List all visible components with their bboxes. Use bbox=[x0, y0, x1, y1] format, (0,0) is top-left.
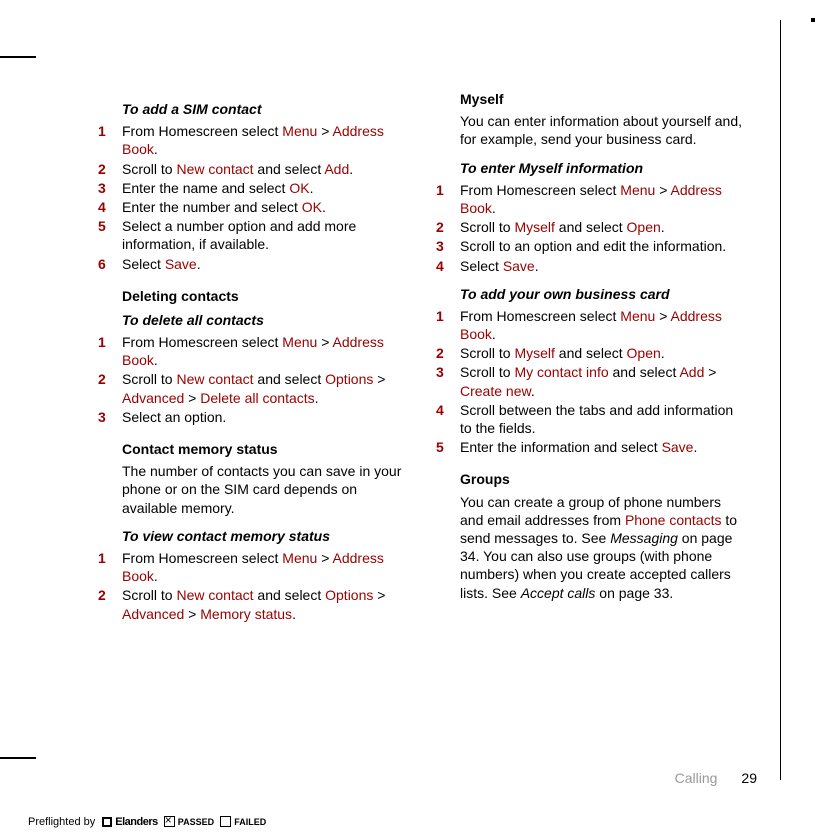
list-item: 3Scroll to My contact info and select Ad… bbox=[436, 363, 746, 399]
step-num: 3 bbox=[436, 237, 460, 255]
left-column: To add a SIM contact 1From Homescreen se… bbox=[98, 90, 408, 624]
step-num: 6 bbox=[98, 255, 122, 273]
list-item: 4Enter the number and select OK. bbox=[98, 198, 408, 216]
step-num: 4 bbox=[98, 198, 122, 216]
steps-list: 1From Homescreen select Menu > Address B… bbox=[98, 333, 408, 426]
list-item: 1From Homescreen select Menu > Address B… bbox=[98, 549, 408, 585]
step-num: 1 bbox=[98, 549, 122, 567]
step-text: Enter the name and select OK. bbox=[122, 179, 408, 197]
step-num: 2 bbox=[436, 218, 460, 236]
heading: Contact memory status bbox=[122, 440, 408, 458]
list-item: 2Scroll to Myself and select Open. bbox=[436, 218, 746, 236]
elanders-logo-icon: Elanders bbox=[101, 815, 157, 829]
step-text: Select an option. bbox=[122, 408, 408, 426]
list-item: 1From Homescreen select Menu > Address B… bbox=[98, 333, 408, 369]
step-num: 1 bbox=[436, 181, 460, 199]
list-item: 2Scroll to New contact and select Option… bbox=[98, 586, 408, 622]
list-item: 5Enter the information and select Save. bbox=[436, 438, 746, 456]
steps-list: 1From Homescreen select Menu > Address B… bbox=[436, 181, 746, 275]
right-column: Myself You can enter information about y… bbox=[436, 90, 746, 624]
preflight-label: Preflighted by bbox=[28, 815, 95, 829]
step-num: 2 bbox=[98, 586, 122, 604]
list-item: 1From Homescreen select Menu > Address B… bbox=[436, 307, 746, 343]
list-item: 2Scroll to Myself and select Open. bbox=[436, 344, 746, 362]
step-text: From Homescreen select Menu > Address Bo… bbox=[122, 122, 408, 158]
list-item: 1From Homescreen select Menu > Address B… bbox=[98, 122, 408, 158]
step-num: 1 bbox=[98, 122, 122, 140]
heading: To add a SIM contact bbox=[122, 100, 408, 118]
crop-mark bbox=[0, 56, 36, 58]
step-text: From Homescreen select Menu > Address Bo… bbox=[460, 307, 746, 343]
step-num: 3 bbox=[98, 179, 122, 197]
step-num: 2 bbox=[98, 370, 122, 388]
step-text: From Homescreen select Menu > Address Bo… bbox=[122, 549, 408, 585]
step-text: Enter the information and select Save. bbox=[460, 438, 746, 456]
list-item: 4Scroll between the tabs and add informa… bbox=[436, 401, 746, 437]
crop-mark bbox=[0, 757, 36, 759]
crop-mark bbox=[780, 20, 781, 780]
step-num: 2 bbox=[436, 344, 460, 362]
steps-list: 1From Homescreen select Menu > Address B… bbox=[98, 122, 408, 273]
step-num: 5 bbox=[98, 217, 122, 235]
step-text: Scroll to My contact info and select Add… bbox=[460, 363, 746, 399]
list-item: 6Select Save. bbox=[98, 255, 408, 273]
page-number: 29 bbox=[741, 770, 757, 786]
step-text: Scroll to New contact and select Add. bbox=[122, 160, 408, 178]
steps-list: 1From Homescreen select Menu > Address B… bbox=[436, 307, 746, 457]
step-num: 1 bbox=[436, 307, 460, 325]
step-text: From Homescreen select Menu > Address Bo… bbox=[122, 333, 408, 369]
step-num: 5 bbox=[436, 438, 460, 456]
list-item: 4Select Save. bbox=[436, 257, 746, 275]
step-text: Scroll to Myself and select Open. bbox=[460, 218, 746, 236]
list-item: 3Select an option. bbox=[98, 408, 408, 426]
content-columns: To add a SIM contact 1From Homescreen se… bbox=[98, 90, 767, 624]
heading: To add your own business card bbox=[460, 285, 746, 303]
step-text: Scroll between the tabs and add informat… bbox=[460, 401, 746, 437]
paragraph: The number of contacts you can save in y… bbox=[122, 462, 408, 517]
step-num: 2 bbox=[98, 160, 122, 178]
heading: Deleting contacts bbox=[122, 287, 408, 305]
step-text: Enter the number and select OK. bbox=[122, 198, 408, 216]
paragraph: You can enter information about yourself… bbox=[460, 112, 746, 148]
failed-checkbox-icon: FAILED bbox=[220, 815, 266, 829]
step-num: 4 bbox=[436, 257, 460, 275]
list-item: 2Scroll to New contact and select Option… bbox=[98, 370, 408, 406]
step-num: 3 bbox=[436, 363, 460, 381]
heading: Groups bbox=[460, 470, 746, 488]
step-text: Scroll to Myself and select Open. bbox=[460, 344, 746, 362]
steps-list: 1From Homescreen select Menu > Address B… bbox=[98, 549, 408, 623]
document-page: To add a SIM contact 1From Homescreen se… bbox=[0, 0, 839, 839]
heading: To enter Myself information bbox=[460, 159, 746, 177]
list-item: 2Scroll to New contact and select Add. bbox=[98, 160, 408, 178]
passed-checkbox-icon: PASSED bbox=[164, 815, 214, 829]
list-item: 1From Homescreen select Menu > Address B… bbox=[436, 181, 746, 217]
step-text: From Homescreen select Menu > Address Bo… bbox=[460, 181, 746, 217]
list-item: 3Enter the name and select OK. bbox=[98, 179, 408, 197]
step-text: Scroll to an option and edit the informa… bbox=[460, 237, 746, 255]
paragraph: You can create a group of phone numbers … bbox=[460, 493, 746, 602]
crop-mark bbox=[811, 18, 815, 22]
list-item: 3Scroll to an option and edit the inform… bbox=[436, 237, 746, 255]
step-text: Scroll to New contact and select Options… bbox=[122, 586, 408, 622]
heading: To view contact memory status bbox=[122, 527, 408, 545]
step-num: 4 bbox=[436, 401, 460, 419]
list-item: 5Select a number option and add more inf… bbox=[98, 217, 408, 253]
heading: To delete all contacts bbox=[122, 311, 408, 329]
section-name: Calling bbox=[675, 770, 718, 786]
step-num: 3 bbox=[98, 408, 122, 426]
step-text: Select Save. bbox=[460, 257, 746, 275]
page-footer: Calling 29 bbox=[675, 769, 757, 787]
heading: Myself bbox=[460, 90, 746, 108]
step-num: 1 bbox=[98, 333, 122, 351]
preflight-bar: Preflighted by Elanders PASSED FAILED bbox=[28, 815, 266, 829]
step-text: Scroll to New contact and select Options… bbox=[122, 370, 408, 406]
step-text: Select a number option and add more info… bbox=[122, 217, 408, 253]
step-text: Select Save. bbox=[122, 255, 408, 273]
